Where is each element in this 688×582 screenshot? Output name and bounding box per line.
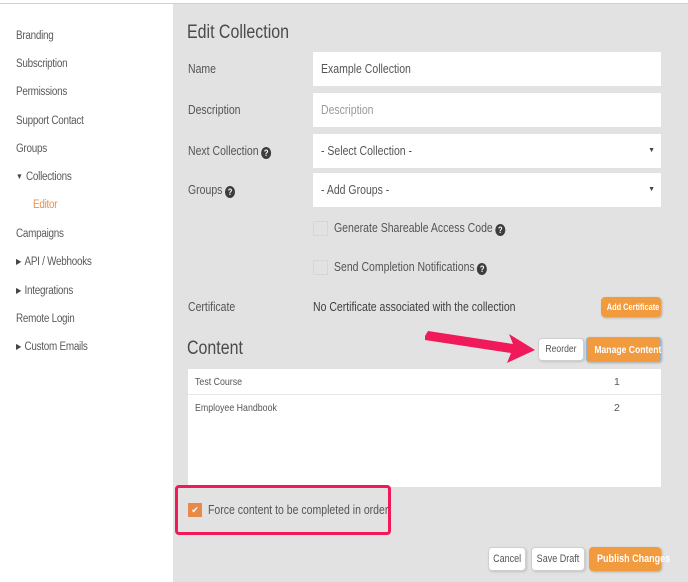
certificate-status: No Certificate associated with the colle…: [313, 300, 516, 314]
description-input[interactable]: Description: [313, 93, 661, 127]
sidebar-item-label: API / Webhooks: [24, 256, 92, 268]
description-placeholder: Description: [321, 103, 374, 117]
sidebar-item-integrations[interactable]: ▶ Integrations: [16, 285, 73, 297]
force-order-label: Force content to be completed in order: [208, 502, 389, 517]
manage-content-label: Manage Content: [594, 344, 662, 356]
sidebar-item-remote-login[interactable]: Remote Login: [16, 313, 75, 325]
name-input-value: Example Collection: [321, 62, 411, 76]
sidebar-item-groups[interactable]: Groups: [16, 143, 47, 155]
list-item[interactable]: Employee Handbook 2: [188, 395, 661, 421]
publish-changes-label: Publish Changes: [597, 553, 671, 565]
add-certificate-label: Add Certificate: [606, 302, 660, 312]
sidebar-item-branding[interactable]: Branding: [16, 30, 54, 42]
sidebar-item-collections[interactable]: ▼ Collections: [16, 171, 72, 183]
question-circle-icon[interactable]: ?: [261, 147, 272, 159]
sidebar-item-subscription[interactable]: Subscription: [16, 58, 68, 70]
caret-right-icon: ▶: [16, 342, 22, 351]
content-list: Test Course 1 Employee Handbook 2: [188, 369, 661, 487]
sidebar-item-label: Groups: [16, 143, 47, 155]
description-label: Description: [188, 103, 241, 117]
sidebar-item-label: Subscription: [16, 58, 68, 70]
sidebar-item-label: Custom Emails: [24, 341, 88, 353]
save-draft-label: Save Draft: [536, 553, 580, 565]
content-heading: Content: [187, 338, 243, 359]
content-item-name: Test Course: [195, 376, 243, 388]
certificate-label: Certificate: [188, 300, 236, 314]
next-collection-label-text: Next Collection: [188, 144, 259, 158]
annotation-arrow-shape: [425, 331, 535, 363]
question-circle-icon[interactable]: ?: [477, 263, 488, 276]
groups-value: - Add Groups -: [321, 183, 390, 197]
caret-down-icon: ▼: [16, 172, 23, 181]
sidebar-item-support-contact[interactable]: Support Contact: [16, 115, 84, 127]
sidebar-item-label: Campaigns: [16, 228, 64, 240]
groups-label: Groups?: [188, 183, 236, 198]
force-order-checkbox[interactable]: ✔: [188, 502, 202, 517]
groups-select[interactable]: - Add Groups - ▼: [313, 173, 661, 207]
sidebar-item-label: Collections: [25, 171, 72, 183]
force-order-option: ✔ Force content to be completed in order: [188, 502, 423, 517]
caret-right-icon: ▶: [16, 257, 22, 266]
sidebar-item-campaigns[interactable]: Campaigns: [16, 228, 64, 240]
cancel-label: Cancel: [492, 553, 522, 565]
sidebar-item-editor[interactable]: Editor: [33, 199, 58, 211]
access-code-option: Generate Shareable Access Code?: [313, 221, 538, 237]
sidebar-item-label: Permissions: [16, 86, 68, 98]
notifications-label: Send Completion Notifications?: [334, 260, 488, 276]
add-certificate-button[interactable]: Add Certificate: [601, 297, 661, 317]
access-code-label-text: Generate Shareable Access Code: [334, 221, 493, 236]
next-collection-select[interactable]: - Select Collection - ▼: [313, 134, 661, 168]
sidebar-item-label: Editor: [33, 199, 58, 211]
notifications-label-text: Send Completion Notifications: [334, 260, 475, 275]
question-circle-icon[interactable]: ?: [224, 186, 236, 198]
access-code-label: Generate Shareable Access Code?: [334, 221, 506, 237]
page-title: Edit Collection: [187, 22, 290, 43]
sidebar-item-label: Remote Login: [16, 313, 75, 325]
content-item-order: 1: [614, 376, 620, 388]
sidebar-item-custom-emails[interactable]: ▶ Custom Emails: [16, 341, 88, 353]
edit-collection-panel: Edit Collection Name Example Collection …: [173, 4, 688, 582]
caret-right-icon: ▶: [16, 286, 22, 295]
publish-changes-button[interactable]: Publish Changes: [589, 547, 670, 571]
dropdown-arrow-icon: ▼: [648, 147, 655, 154]
question-circle-icon[interactable]: ?: [495, 224, 506, 237]
notifications-checkbox[interactable]: [313, 260, 328, 276]
name-label: Name: [188, 62, 217, 76]
reorder-button[interactable]: Reorder: [538, 338, 584, 361]
manage-content-button[interactable]: Manage Content: [586, 337, 661, 362]
sidebar-item-label: Branding: [16, 30, 54, 42]
list-item[interactable]: Test Course 1: [188, 369, 661, 395]
sidebar-item-label: Integrations: [24, 285, 74, 297]
save-draft-button[interactable]: Save Draft: [531, 547, 585, 571]
annotation-arrow: [425, 331, 535, 363]
access-code-checkbox[interactable]: [313, 221, 328, 237]
groups-label-text: Groups: [188, 183, 223, 197]
reorder-label: Reorder: [545, 343, 577, 355]
content-item-name: Employee Handbook: [195, 402, 277, 414]
next-collection-value: - Select Collection -: [321, 144, 413, 158]
sidebar: Branding Subscription Permissions Suppor…: [0, 4, 173, 582]
sidebar-item-label: Support Contact: [16, 115, 84, 127]
next-collection-label: Next Collection?: [188, 144, 272, 159]
notifications-option: Send Completion Notifications?: [313, 260, 516, 276]
sidebar-item-api-webhooks[interactable]: ▶ API / Webhooks: [16, 256, 92, 268]
name-input[interactable]: Example Collection: [313, 52, 661, 86]
sidebar-item-permissions[interactable]: Permissions: [16, 86, 67, 98]
dropdown-arrow-icon: ▼: [648, 186, 655, 193]
content-item-order: 2: [614, 402, 620, 414]
cancel-button[interactable]: Cancel: [488, 547, 526, 571]
